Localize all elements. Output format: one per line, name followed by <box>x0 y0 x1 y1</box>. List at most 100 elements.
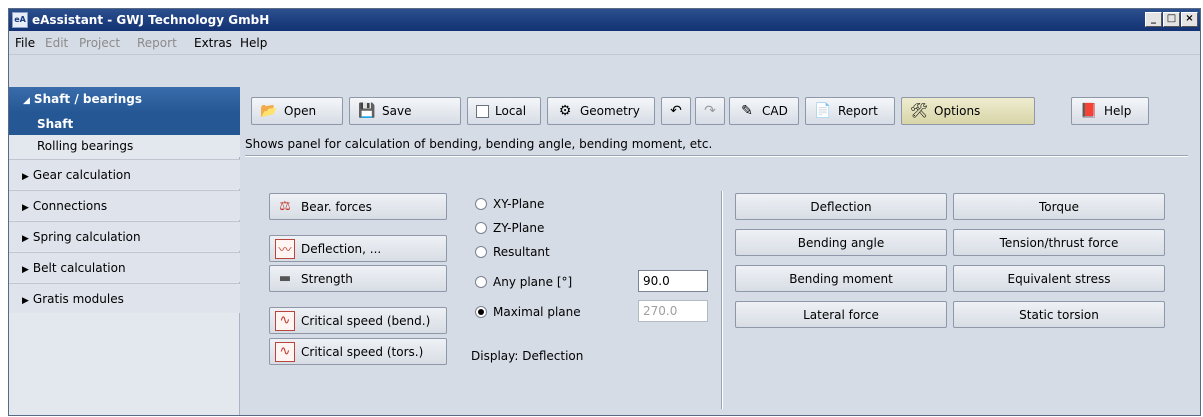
critical-speed-torsion-button[interactable]: ∿ Critical speed (tors.) <box>269 338 447 365</box>
undo-icon: ↶ <box>670 103 682 119</box>
open-folder-icon: 📂 <box>260 103 278 119</box>
maximal-plane-angle-input[interactable] <box>638 300 708 322</box>
menu-bar: File Edit Project Report Extras Help <box>9 31 1200 55</box>
torque-button[interactable]: Torque <box>953 193 1165 220</box>
bear-forces-label: Bear. forces <box>301 199 372 214</box>
menu-report[interactable]: Report <box>137 36 177 50</box>
sidebar-group-gear-calculation[interactable]: ▶ Gear calculation <box>9 159 240 189</box>
radio-zy-plane[interactable]: ZY-Plane <box>475 221 544 235</box>
radio-circle <box>475 246 487 258</box>
equivalent-stress-button[interactable]: Equivalent stress <box>953 265 1165 292</box>
report-label: Report <box>838 104 878 118</box>
sidebar-group-label: Connections <box>32 199 108 213</box>
options-label: Options <box>934 104 981 118</box>
report-button[interactable]: 📄 Report <box>805 97 895 125</box>
sidebar: ◢ Shaft / bearings Shaft Rolling bearings… <box>9 87 240 415</box>
radio-label: Any plane [°] <box>493 275 573 289</box>
sidebar-group-gratis-modules[interactable]: ▶ Gratis modules <box>9 283 240 313</box>
cad-icon: ✎ <box>741 103 753 119</box>
deflection-dialog-label: Deflection, ... <box>301 241 382 256</box>
open-button[interactable]: 📂 Open <box>251 97 343 125</box>
report-icon: 📄 <box>814 103 832 119</box>
app-window: eA eAssistant - GWJ Technology GmbH _ □ … <box>8 8 1201 416</box>
deflection-icon: 〰 <box>275 238 295 259</box>
radio-label: Resultant <box>493 245 550 259</box>
bearing-forces-icon: ⚖ <box>279 199 291 214</box>
separator <box>245 155 1188 157</box>
menu-edit[interactable]: Edit <box>45 36 68 50</box>
radio-any-plane[interactable]: Any plane [°] <box>475 275 572 289</box>
vertical-divider <box>721 191 723 409</box>
expand-icon: ▶ <box>22 234 29 244</box>
sidebar-group-belt-calculation[interactable]: ▶ Belt calculation <box>9 252 240 282</box>
geometry-label: Geometry <box>580 104 640 118</box>
bending-moment-button[interactable]: Bending moment <box>735 265 947 292</box>
redo-icon: ↷ <box>704 103 716 119</box>
sidebar-group-label: Spring calculation <box>32 230 141 244</box>
deflection-result-button[interactable]: Deflection <box>735 193 947 220</box>
radio-circle <box>475 222 487 234</box>
maximize-button[interactable]: □ <box>1163 12 1180 27</box>
radio-label: ZY-Plane <box>493 221 545 235</box>
critical-speed-icon: ∿ <box>275 310 295 331</box>
minimize-button[interactable]: _ <box>1145 12 1162 27</box>
critical-speed-bending-button[interactable]: ∿ Critical speed (bend.) <box>269 307 447 334</box>
expand-icon: ▶ <box>22 265 29 275</box>
help-label: Help <box>1104 104 1132 118</box>
menu-extras[interactable]: Extras <box>194 36 232 50</box>
sidebar-group-label: Gear calculation <box>32 168 131 182</box>
save-button[interactable]: 💾 Save <box>349 97 461 125</box>
strength-label: Strength <box>301 271 353 286</box>
sidebar-group-spring-calculation[interactable]: ▶ Spring calculation <box>9 221 240 251</box>
expand-icon: ▶ <box>22 296 29 306</box>
menu-file[interactable]: File <box>15 36 35 50</box>
expand-icon: ▶ <box>22 203 29 213</box>
bending-angle-button[interactable]: Bending angle <box>735 229 947 256</box>
menu-project[interactable]: Project <box>79 36 120 50</box>
geometry-icon: ⚙ <box>558 103 572 119</box>
undo-button[interactable]: ↶ <box>661 97 691 125</box>
help-button[interactable]: 📕 Help <box>1071 97 1149 125</box>
sidebar-group-connections[interactable]: ▶ Connections <box>9 190 240 220</box>
redo-button[interactable]: ↷ <box>695 97 725 125</box>
critical-tors-label: Critical speed (tors.) <box>301 344 424 359</box>
geometry-button[interactable]: ⚙ Geometry <box>547 97 655 125</box>
static-torsion-button[interactable]: Static torsion <box>953 301 1165 328</box>
local-label: Local <box>495 104 527 118</box>
cad-button[interactable]: ✎ CAD <box>729 97 799 125</box>
strength-icon: ▬ <box>278 271 292 286</box>
deflection-dialog-button[interactable]: 〰 Deflection, ... <box>269 235 447 262</box>
save-label: Save <box>382 104 412 118</box>
radio-maximal-plane[interactable]: Maximal plane <box>475 305 581 319</box>
sidebar-group-label: Belt calculation <box>32 261 126 275</box>
sidebar-header-shaft-bearings[interactable]: ◢ Shaft / bearings <box>9 87 240 113</box>
main-panel: 📂 Open 💾 Save Local ⚙ Geometry ↶ ↷ ✎ CAD 📄 Re… <box>241 87 1200 415</box>
options-button[interactable]: 🛠 Options <box>901 97 1035 125</box>
sidebar-item-rolling-bearings[interactable]: Rolling bearings <box>9 135 240 157</box>
close-button[interactable]: × <box>1181 12 1198 27</box>
sidebar-group-label: Gratis modules <box>32 292 124 306</box>
radio-resultant[interactable]: Resultant <box>475 245 550 259</box>
local-checkbox[interactable]: Local <box>467 97 541 125</box>
lateral-force-button[interactable]: Lateral force <box>735 301 947 328</box>
window-title: eAssistant - GWJ Technology GmbH <box>32 13 270 27</box>
status-text: Shows panel for calculation of bending, … <box>245 137 713 151</box>
bear-forces-button[interactable]: ⚖ Bear. forces <box>269 193 447 220</box>
menu-help[interactable]: Help <box>240 36 267 50</box>
title-bar: eA eAssistant - GWJ Technology GmbH _ □ … <box>9 9 1200 31</box>
expand-icon: ▶ <box>22 172 29 182</box>
display-label: Display: <box>471 349 519 363</box>
radio-xy-plane[interactable]: XY-Plane <box>475 197 544 211</box>
sidebar-item-shaft[interactable]: Shaft <box>9 113 240 135</box>
save-disk-icon: 💾 <box>358 103 376 119</box>
critical-speed-icon: ∿ <box>275 341 295 362</box>
display-value: Deflection <box>522 349 584 363</box>
radio-circle <box>475 276 487 288</box>
open-label: Open <box>284 104 317 118</box>
any-plane-angle-input[interactable] <box>638 270 708 292</box>
tension-thrust-force-button[interactable]: Tension/thrust force <box>953 229 1165 256</box>
strength-button[interactable]: ▬ Strength <box>269 265 447 292</box>
app-icon[interactable]: eA <box>12 12 28 28</box>
display-indicator: Display: Deflection <box>471 349 583 363</box>
sidebar-header-label: Shaft / bearings <box>33 92 143 106</box>
